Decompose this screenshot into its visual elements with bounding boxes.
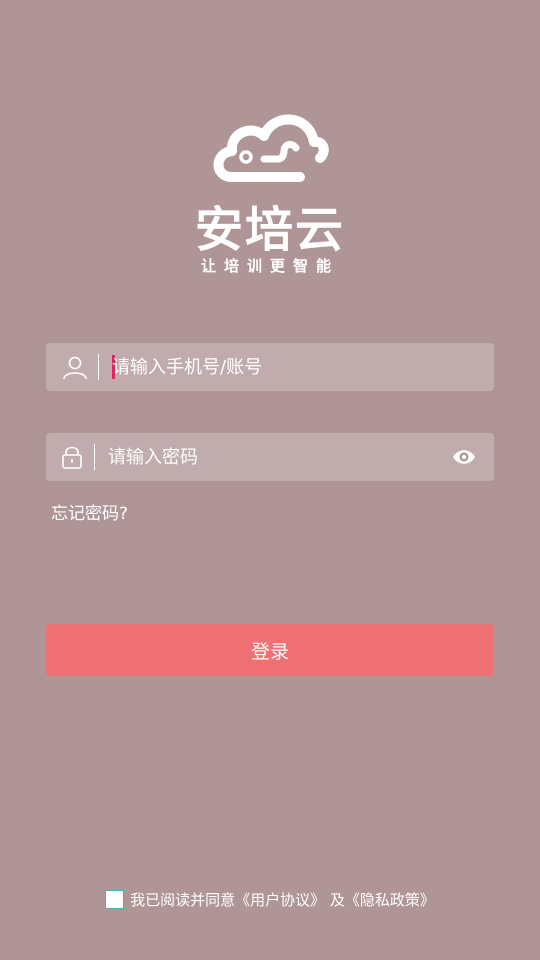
brand-logo-icon [180,100,360,190]
lock-icon [60,444,86,470]
account-input[interactable] [112,343,442,391]
agreement-checkbox[interactable] [105,890,125,909]
agreement-conjunction: 及 [325,891,345,909]
user-agreement-link[interactable]: 《用户协议》 [235,891,325,909]
password-field[interactable] [46,433,494,481]
field-divider [94,444,95,470]
agreement-row: 我已阅读并同意《用户协议》 及《隐私政策》 [0,889,540,910]
eye-icon[interactable] [452,445,476,469]
agreement-prefix: 我已阅读并同意 [130,891,236,909]
user-icon [62,354,88,380]
privacy-policy-link[interactable]: 《隐私政策》 [345,891,435,909]
brand-name: 安培云 [194,202,345,258]
field-divider [98,354,99,380]
login-button[interactable]: 登录 [46,624,494,676]
forgot-password-link[interactable]: 忘记密码? [51,499,128,524]
account-field[interactable] [46,343,494,391]
password-input[interactable] [108,433,438,481]
brand-slogan: 让培训更智能 [200,257,339,275]
